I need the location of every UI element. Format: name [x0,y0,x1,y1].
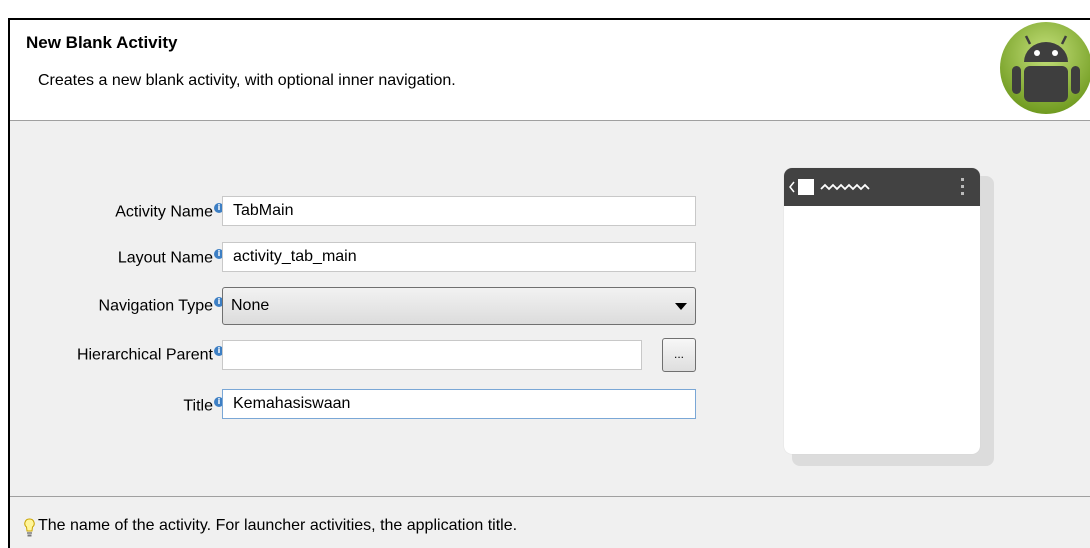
title-field[interactable] [222,389,696,419]
chevron-down-icon [675,303,687,310]
activity-name-label: Activity Name i [115,203,224,221]
navigation-type-value: None [231,297,270,314]
layout-name-label: Layout Name i [118,249,224,267]
app-icon [798,179,814,195]
squiggle-title-icon [820,183,870,191]
page-description: Creates a new blank activity, with optio… [38,72,456,89]
preview-action-bar [784,168,980,206]
browse-button[interactable]: ... [662,338,696,372]
lightbulb-icon [24,518,35,537]
activity-name-field[interactable] [222,196,696,226]
hierarchical-parent-field[interactable] [222,340,642,370]
navigation-type-label: Navigation Type i [99,297,224,315]
overflow-menu-icon [961,178,964,181]
help-text: The name of the activity. For launcher a… [38,517,518,534]
layout-name-field[interactable] [222,242,696,272]
hierarchical-parent-label: Hierarchical Parent i [77,346,224,364]
navigation-type-select[interactable]: None [222,287,696,325]
page-title: New Blank Activity [26,33,178,52]
android-logo-icon [1000,22,1090,114]
footer-divider [10,496,1090,497]
title-label: Title i [183,397,224,415]
header-divider [10,120,1090,121]
action-bar-graphics [789,178,964,195]
back-caret-icon [789,181,795,193]
activity-preview [784,168,980,454]
